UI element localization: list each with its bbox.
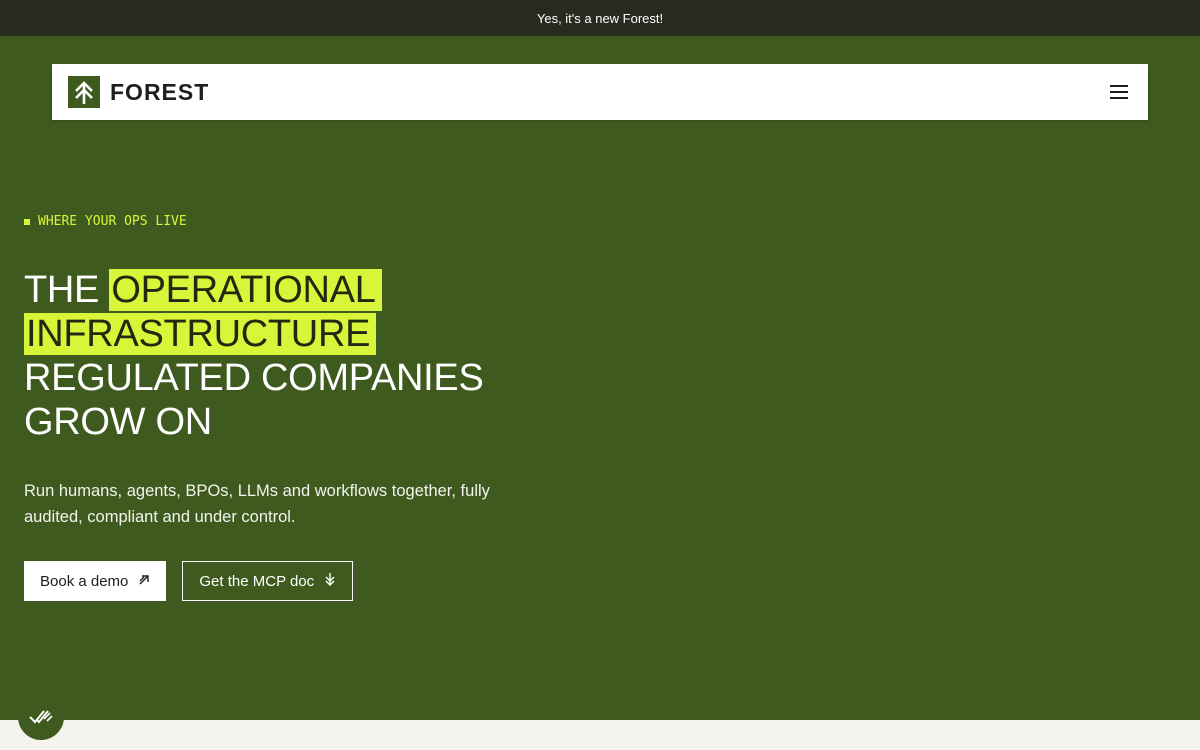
arrow-down-icon [324, 572, 336, 590]
hero-headline: THE OPERATIONAL INFRASTRUCTURE REGULATED… [24, 268, 584, 444]
hero-eyebrow: WHERE YOUR OPS LIVE [24, 214, 187, 229]
eyebrow-square-icon [24, 218, 30, 225]
brand-name: FOREST [110, 78, 210, 105]
headline-highlight-operational: OPERATIONAL [109, 269, 382, 311]
get-mcp-doc-label: Get the MCP doc [199, 572, 315, 590]
headline-line-1: THE OPERATIONAL [24, 268, 584, 312]
headline-line-3: REGULATED COMPANIES [24, 357, 484, 399]
headline-line-2: INFRASTRUCTURE [24, 312, 584, 356]
headline-line-4: GROW ON [24, 401, 212, 443]
navbar: FOREST [52, 64, 1148, 120]
get-mcp-doc-button[interactable]: Get the MCP doc [182, 561, 354, 601]
forest-arrow-logo-icon [68, 76, 100, 108]
hero-subtext: Run humans, agents, BPOs, LLMs and workf… [24, 482, 490, 526]
eyebrow-text: WHERE YOUR OPS LIVE [38, 214, 187, 229]
double-check-icon[interactable] [18, 694, 64, 740]
hero-cta-row: Book a demo Get the MCP doc [24, 561, 354, 601]
announcement-text: Yes, it's a new Forest! [536, 10, 664, 26]
brand-logo[interactable]: FOREST [68, 76, 209, 108]
book-demo-label: Book a demo [40, 572, 129, 590]
next-section-band [0, 720, 1200, 750]
headline-plain-the: THE [24, 269, 110, 311]
announcement-bar: Yes, it's a new Forest! [0, 0, 1200, 36]
book-demo-button[interactable]: Book a demo [24, 561, 167, 601]
headline-highlight-infrastructure: INFRASTRUCTURE [24, 313, 377, 355]
arrow-up-right-icon [138, 573, 150, 590]
hamburger-menu-icon[interactable] [1106, 79, 1132, 105]
